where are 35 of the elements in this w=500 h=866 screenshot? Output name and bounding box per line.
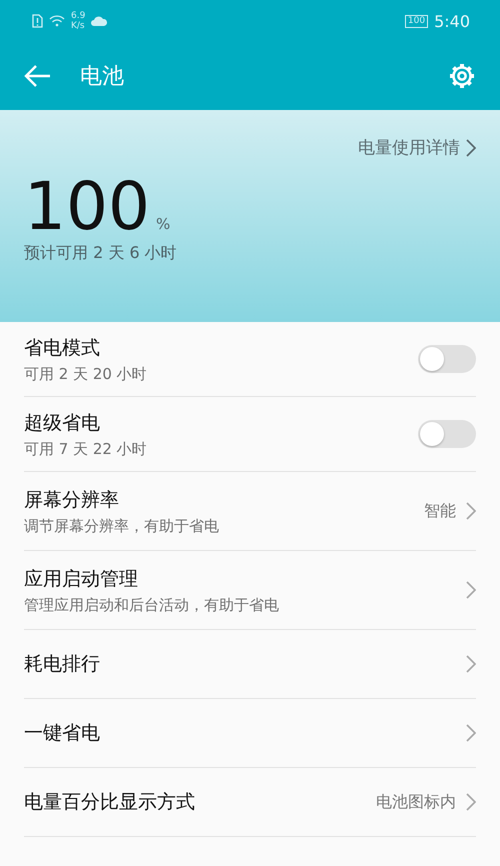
setting-subtitle: 调节屏幕分辨率，有助于省电 bbox=[24, 516, 220, 536]
chevron-icon bbox=[466, 793, 476, 811]
speed-unit: K/s bbox=[71, 21, 86, 31]
setting-subtitle: 可用 2 天 20 小时 bbox=[24, 364, 148, 384]
battery-percent: 100 bbox=[24, 175, 150, 239]
setting-title[interactable]: 屏幕分辨率 bbox=[24, 486, 424, 512]
setting-title[interactable]: 省电模式 bbox=[24, 334, 418, 360]
setting-subtitle: 可用 7 天 22 小时 bbox=[24, 440, 148, 458]
percent-unit: % bbox=[156, 215, 170, 233]
cloud-icon bbox=[91, 16, 108, 26]
setting-value: 智能 bbox=[424, 500, 456, 522]
setting-title[interactable]: 应用启动管理 bbox=[24, 566, 466, 592]
chevron-icon bbox=[466, 138, 476, 156]
back-button[interactable] bbox=[24, 64, 52, 88]
setting-title[interactable]: 耗电排行 bbox=[24, 651, 466, 677]
setting-title[interactable]: 一键省电 bbox=[24, 720, 466, 746]
chevron-icon bbox=[466, 581, 476, 599]
wifi-icon bbox=[49, 15, 65, 27]
clock-time: 5:40 bbox=[434, 12, 470, 30]
sim-alert-icon bbox=[32, 14, 43, 28]
setting-title[interactable]: 超级省电 bbox=[24, 410, 418, 436]
battery-indicator: 100 bbox=[404, 14, 428, 28]
toggle-switch[interactable] bbox=[418, 420, 476, 448]
estimate-text: 预计可用 2 天 6 小时 bbox=[24, 243, 178, 264]
settings-button[interactable] bbox=[448, 62, 476, 90]
chevron-icon bbox=[466, 502, 476, 520]
setting-title[interactable]: 电量百分比显示方式 bbox=[24, 789, 376, 815]
setting-subtitle: 管理应用启动和后台活动，有助于省电 bbox=[24, 596, 280, 614]
speed-value: 6.9 bbox=[71, 11, 86, 21]
page-title: 电池 bbox=[80, 63, 125, 91]
chevron-icon bbox=[466, 724, 476, 742]
chevron-icon bbox=[466, 655, 476, 673]
usage-details-link[interactable]: 电量使用详情 bbox=[358, 136, 476, 159]
toggle-switch[interactable] bbox=[418, 345, 476, 373]
setting-value: 电池图标内 bbox=[376, 792, 456, 812]
